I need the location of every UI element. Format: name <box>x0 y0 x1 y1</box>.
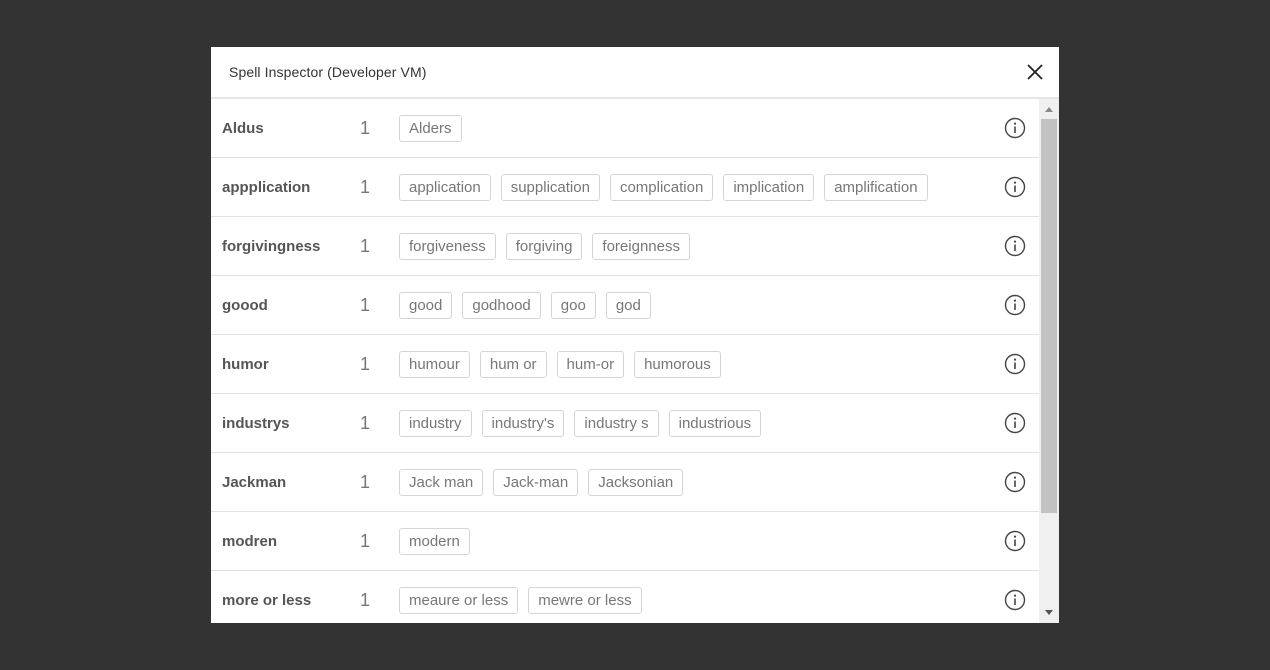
occurrence-count: 1 <box>360 530 371 551</box>
misspelled-word: modren <box>222 532 278 550</box>
info-icon[interactable] <box>1004 235 1026 257</box>
suggestion-chip[interactable]: application <box>399 173 491 201</box>
suggestion-chip[interactable]: forgiving <box>505 232 583 260</box>
info-icon[interactable] <box>1004 294 1026 316</box>
misspelling-row: modren 1 modern <box>211 512 1039 571</box>
suggestion-chip[interactable]: godhood <box>462 291 541 319</box>
close-icon[interactable] <box>1025 62 1045 82</box>
dialog-header: Spell Inspector (Developer VM) <box>211 47 1059 99</box>
misspelling-row: forgivingness 1 forgiveness forgiving foreig… <box>211 217 1039 276</box>
dialog-title: Spell Inspector (Developer VM) <box>229 64 427 80</box>
suggestion-chip[interactable]: mewre or less <box>528 586 642 614</box>
suggestion-list: humour hum or hum-or humorous <box>399 350 721 378</box>
suggestion-chip[interactable]: good <box>399 291 453 319</box>
misspelling-list: Aldus 1 Alders appplication 1 application supp… <box>211 99 1039 623</box>
suggestion-list: Alders <box>399 114 462 142</box>
misspelled-word: forgivingness <box>222 237 321 255</box>
misspelled-word: humor <box>222 355 269 373</box>
occurrence-count: 1 <box>360 117 371 138</box>
suggestion-chip[interactable]: industry <box>399 409 472 437</box>
suggestion-list: modern <box>399 527 470 555</box>
occurrence-count: 1 <box>360 471 371 492</box>
suggestion-chip[interactable]: Alders <box>399 114 462 142</box>
suggestion-chip[interactable]: humour <box>399 350 470 378</box>
suggestion-list: industry industry's industry s industrious <box>399 409 762 437</box>
suggestion-list: good godhood goo god <box>399 291 651 319</box>
misspelled-word: more or less <box>222 591 312 609</box>
suggestion-chip[interactable]: industrious <box>668 409 762 437</box>
info-icon[interactable] <box>1004 176 1026 198</box>
occurrence-count: 1 <box>360 353 371 374</box>
suggestion-chip[interactable]: Jack man <box>399 468 484 496</box>
info-icon[interactable] <box>1004 412 1026 434</box>
suggestion-list: application supplication complication impli… <box>399 173 928 201</box>
misspelling-row: Jackman 1 Jack man Jack-man Jacksonian <box>211 453 1039 512</box>
suggestion-chip[interactable]: industry s <box>574 409 659 437</box>
vertical-scrollbar[interactable] <box>1039 99 1059 623</box>
spell-inspector-dialog: Spell Inspector (Developer VM) Aldus 1 Ald… <box>211 47 1059 623</box>
suggestion-chip[interactable]: supplication <box>500 173 600 201</box>
suggestion-list: meaure or less mewre or less <box>399 586 642 614</box>
suggestion-list: Jack man Jack-man Jacksonian <box>399 468 684 496</box>
occurrence-count: 1 <box>360 294 371 315</box>
suggestion-chip[interactable]: foreignness <box>592 232 690 260</box>
occurrence-count: 1 <box>360 235 371 256</box>
suggestion-chip[interactable]: hum-or <box>556 350 625 378</box>
suggestion-chip[interactable]: meaure or less <box>399 586 519 614</box>
occurrence-count: 1 <box>360 176 371 197</box>
suggestion-chip[interactable]: humorous <box>634 350 721 378</box>
suggestion-chip[interactable]: industry's <box>481 409 565 437</box>
suggestion-chip[interactable]: goo <box>550 291 596 319</box>
suggestion-chip[interactable]: modern <box>399 527 470 555</box>
misspelling-row: industrys 1 industry industry's industry s in… <box>211 394 1039 453</box>
info-icon[interactable] <box>1004 117 1026 139</box>
misspelling-row: goood 1 good godhood goo god <box>211 276 1039 335</box>
misspelled-word: industrys <box>222 414 290 432</box>
suggestion-chip[interactable]: Jacksonian <box>588 468 684 496</box>
suggestion-chip[interactable]: hum or <box>479 350 547 378</box>
misspelled-word: Aldus <box>222 119 264 137</box>
misspelling-row: Aldus 1 Alders <box>211 99 1039 158</box>
info-icon[interactable] <box>1004 353 1026 375</box>
info-icon[interactable] <box>1004 589 1026 611</box>
scroll-up-arrow-icon[interactable] <box>1039 99 1059 119</box>
misspelled-word: appplication <box>222 178 311 196</box>
misspelling-row: humor 1 humour hum or hum-or humorous <box>211 335 1039 394</box>
suggestion-chip[interactable]: implication <box>723 173 815 201</box>
suggestion-chip[interactable]: amplification <box>824 173 928 201</box>
suggestion-chip[interactable]: complication <box>609 173 714 201</box>
misspelled-word: Jackman <box>222 473 287 491</box>
suggestion-chip[interactable]: god <box>605 291 651 319</box>
suggestion-list: forgiveness forgiving foreignness <box>399 232 690 260</box>
occurrence-count: 1 <box>360 589 371 610</box>
occurrence-count: 1 <box>360 412 371 433</box>
misspelling-row: appplication 1 application supplication comp… <box>211 158 1039 217</box>
suggestion-chip[interactable]: Jack-man <box>493 468 579 496</box>
scroll-down-arrow-icon[interactable] <box>1039 603 1059 623</box>
scrollbar-thumb[interactable] <box>1041 119 1057 513</box>
info-icon[interactable] <box>1004 471 1026 493</box>
info-icon[interactable] <box>1004 530 1026 552</box>
misspelling-row: more or less 1 meaure or less mewre or less <box>211 571 1039 623</box>
suggestion-chip[interactable]: forgiveness <box>399 232 496 260</box>
misspelled-word: goood <box>222 296 268 314</box>
